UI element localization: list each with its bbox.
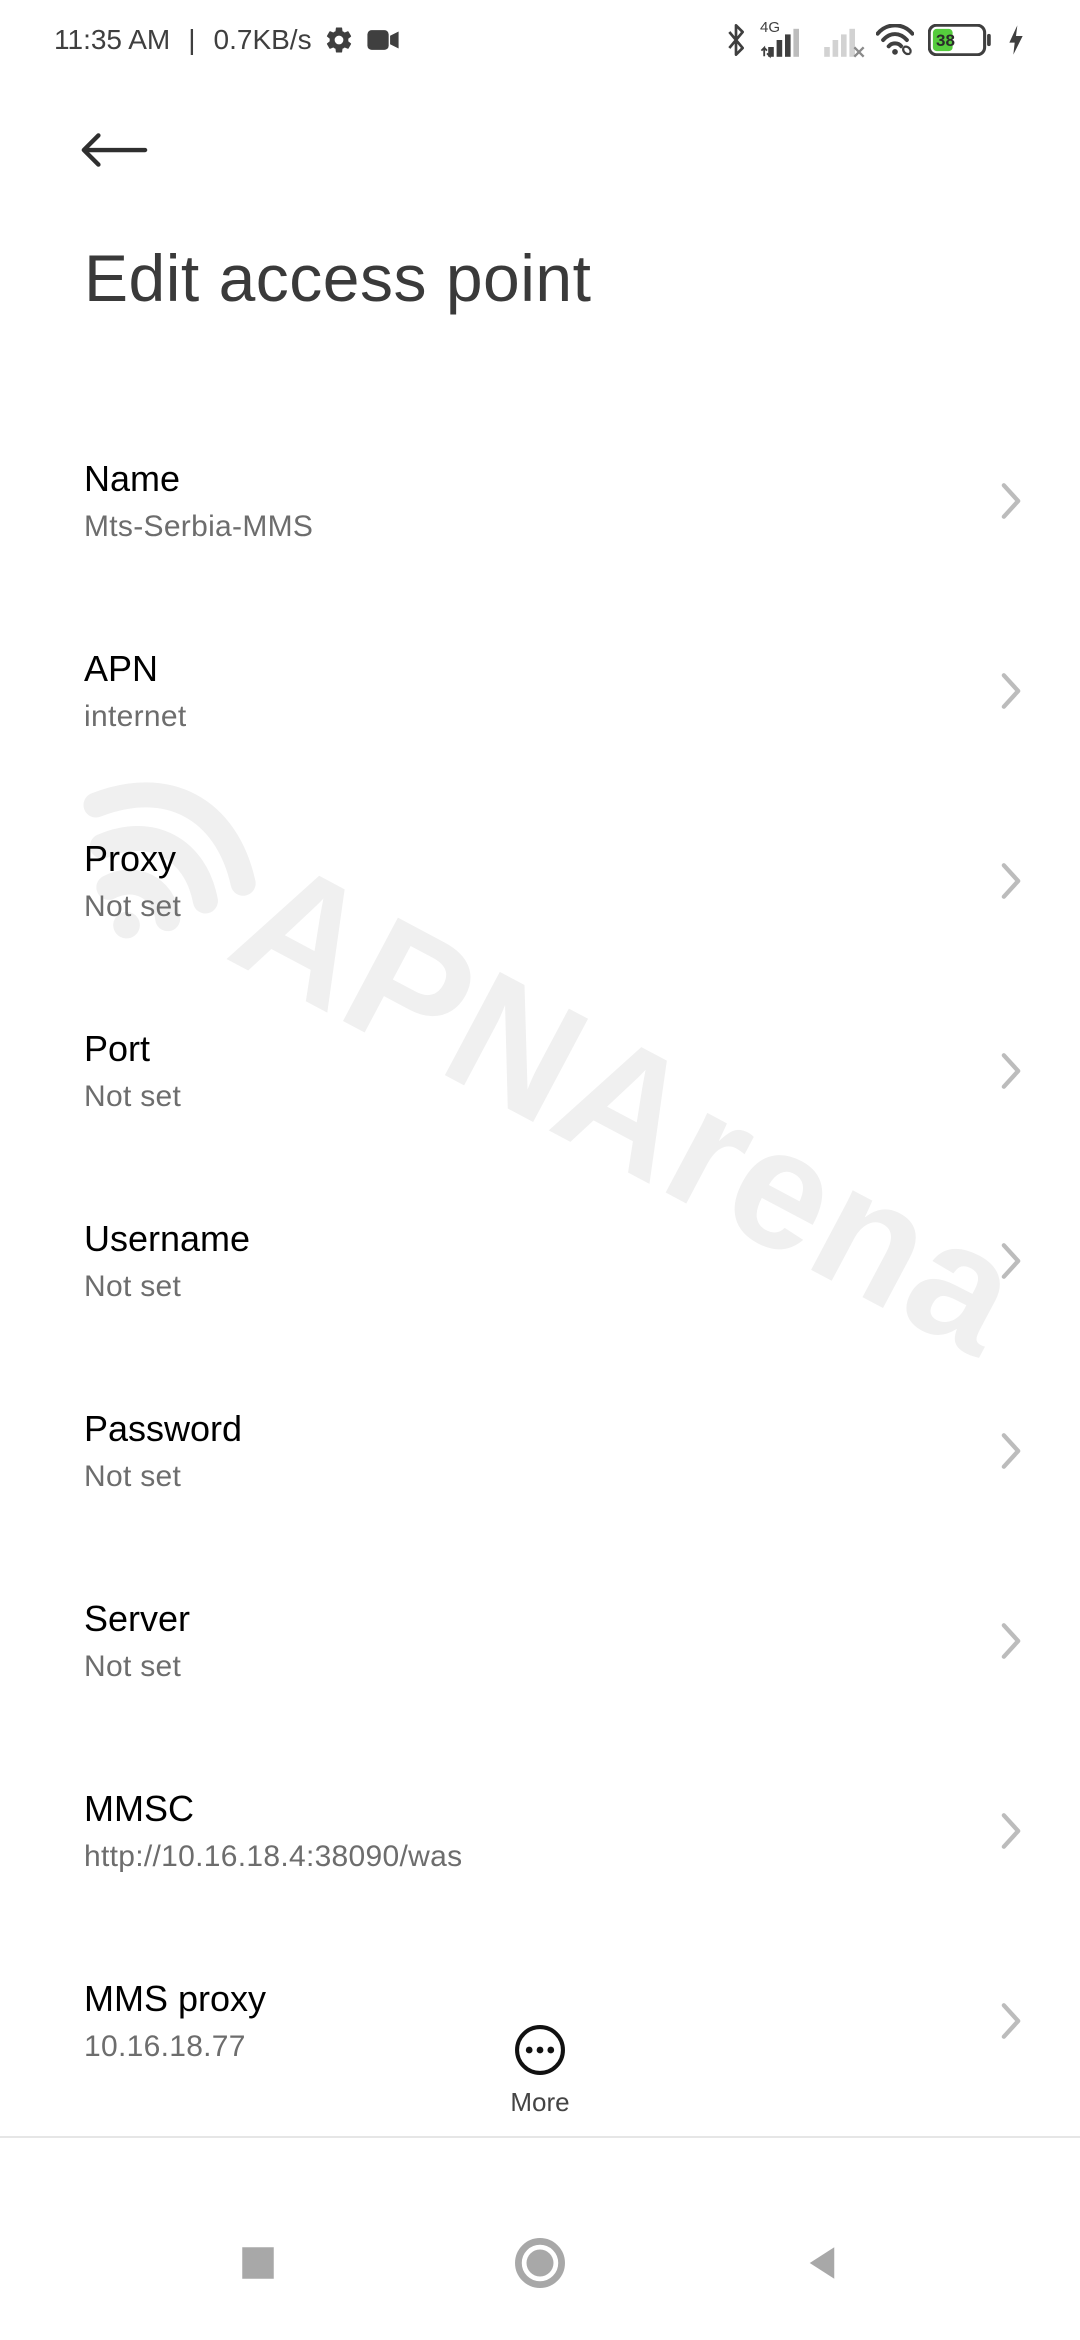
data-arrows-icon (760, 45, 774, 59)
row-value: Not set (84, 1457, 960, 1496)
square-icon (237, 2242, 279, 2284)
triangle-left-icon (801, 2242, 843, 2284)
row-username[interactable]: Username Not set (0, 1166, 1080, 1356)
row-value: Not set (84, 1267, 960, 1306)
chevron-right-icon (996, 1621, 1026, 1661)
row-value: Mts-Serbia-MMS (84, 507, 960, 546)
arrow-left-icon (78, 128, 148, 172)
row-value: http://10.16.18.4:38090/was (84, 1837, 960, 1876)
no-sim-icon (852, 45, 866, 59)
row-value: Not set (84, 1077, 960, 1116)
back-button[interactable] (78, 120, 158, 180)
row-label: Username (84, 1216, 960, 1261)
row-value: Not set (84, 1647, 960, 1686)
row-value: internet (84, 697, 960, 736)
signal-sim2 (820, 23, 862, 57)
chevron-right-icon (996, 481, 1026, 521)
battery-pct: 38 (936, 31, 955, 51)
system-nav-bar (0, 2190, 1080, 2340)
nav-home-button[interactable] (513, 2236, 567, 2295)
chevron-right-icon (996, 1811, 1026, 1851)
row-mms-proxy[interactable]: MMS proxy 10.16.18.77 (0, 1926, 1080, 2116)
charging-icon (1006, 24, 1026, 56)
status-net-rate: 0.7KB/s (214, 24, 312, 56)
row-label: APN (84, 646, 960, 691)
row-label: MMSC (84, 1786, 960, 1831)
row-label: Password (84, 1406, 960, 1451)
row-label: MMS proxy (84, 1976, 960, 2021)
row-value: Not set (84, 887, 960, 926)
row-password[interactable]: Password Not set (0, 1356, 1080, 1546)
chevron-right-icon (996, 1051, 1026, 1091)
page-title: Edit access point (0, 180, 1080, 406)
chevron-right-icon (996, 861, 1026, 901)
row-apn[interactable]: APN internet (0, 596, 1080, 786)
bluetooth-icon (722, 24, 750, 56)
row-mmsc[interactable]: MMSC http://10.16.18.4:38090/was (0, 1736, 1080, 1926)
row-proxy[interactable]: Proxy Not set (0, 786, 1080, 976)
nav-recents-button[interactable] (237, 2242, 279, 2289)
row-port[interactable]: Port Not set (0, 976, 1080, 1166)
nav-back-button[interactable] (801, 2242, 843, 2289)
status-time: 11:35 AM (54, 24, 170, 56)
chevron-right-icon (996, 1431, 1026, 1471)
signal-tag: 4G (760, 19, 780, 36)
chevron-right-icon (996, 2001, 1026, 2041)
settings-list: Name Mts-Serbia-MMS APN internet Proxy N… (0, 406, 1080, 2116)
chevron-right-icon (996, 1241, 1026, 1281)
row-label: Name (84, 456, 960, 501)
camera-icon (366, 27, 400, 53)
status-bar: 11:35 AM | 0.7KB/s 4G (0, 0, 1080, 80)
battery: 38 (928, 24, 992, 56)
signal-sim1: 4G (764, 23, 806, 57)
row-label: Port (84, 1026, 960, 1071)
row-label: Server (84, 1596, 960, 1641)
row-server[interactable]: Server Not set (0, 1546, 1080, 1736)
circle-icon (513, 2236, 567, 2290)
status-divider: | (188, 24, 195, 56)
gear-icon (324, 25, 354, 55)
row-name[interactable]: Name Mts-Serbia-MMS (0, 406, 1080, 596)
row-label: Proxy (84, 836, 960, 881)
chevron-right-icon (996, 671, 1026, 711)
wifi-icon (876, 24, 914, 56)
row-value: 10.16.18.77 (84, 2027, 960, 2066)
